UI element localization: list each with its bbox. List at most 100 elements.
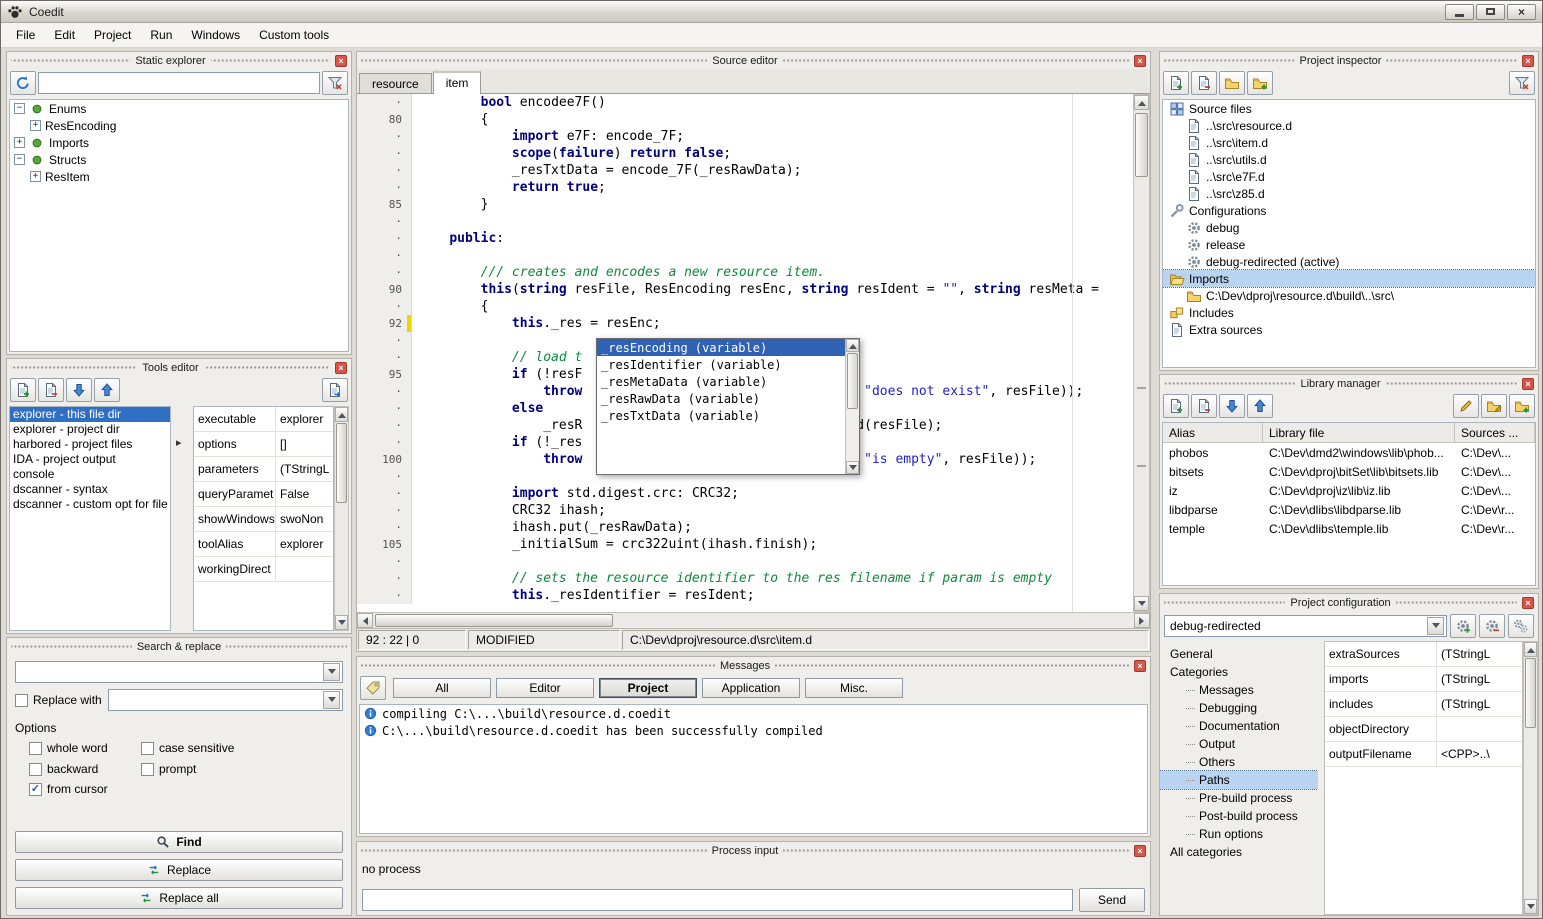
close-panel-icon[interactable]: × (1134, 660, 1146, 672)
scrollbar-thumb[interactable] (375, 614, 613, 627)
add-source-folder-button[interactable] (1247, 71, 1273, 95)
inspector-item-configurations[interactable]: Configurations (1163, 202, 1535, 219)
menu-project[interactable]: Project (85, 24, 140, 46)
clone-configuration-button[interactable] (1508, 614, 1534, 638)
close-panel-icon[interactable]: × (1522, 597, 1534, 609)
config-property-imports[interactable]: imports(TStringL (1325, 667, 1522, 692)
tool-item-dscanner-custom-opt-for-file[interactable]: dscanner - custom opt for file (10, 497, 170, 512)
completion-scrollbar[interactable] (845, 339, 859, 474)
add-library-button[interactable] (1163, 394, 1189, 418)
scrollbar-track[interactable] (1524, 657, 1537, 899)
menu-run[interactable]: Run (141, 24, 181, 46)
inspector-item-release[interactable]: release (1163, 236, 1535, 253)
clear-filter-button[interactable] (322, 71, 348, 95)
remove-library-button[interactable] (1191, 394, 1217, 418)
property-row-parameters[interactable]: parameters(TStringL (194, 457, 333, 482)
drag-grip[interactable] (1386, 381, 1517, 386)
message-item[interactable]: C:\...\build\resource.d.coedit has been … (360, 722, 1147, 739)
library-column-library-file[interactable]: Library file (1263, 423, 1455, 442)
process-input-field[interactable] (362, 889, 1073, 911)
messages-header[interactable]: Messages × (357, 657, 1150, 674)
tool-item-console[interactable]: console (10, 467, 170, 482)
checkbox-prompt[interactable]: prompt (141, 762, 343, 776)
tool-item-explorer-this-file-dir[interactable]: explorer - this file dir (10, 407, 170, 422)
library-row-bitsets[interactable]: bitsetsC:\Dev\dproj\bitSet\lib\bitsets.l… (1163, 462, 1535, 481)
category-general[interactable]: General (1160, 645, 1318, 663)
filter-button-misc[interactable]: Misc. (805, 678, 903, 698)
drag-grip[interactable] (11, 365, 137, 370)
property-value[interactable]: (TStringL (276, 462, 333, 476)
category-paths[interactable]: Paths (1160, 771, 1318, 789)
close-panel-icon[interactable]: × (335, 55, 347, 67)
property-row-options[interactable]: options[] (194, 432, 333, 457)
inspector-item-src-item-d[interactable]: ..\src\item.d (1163, 134, 1535, 151)
refresh-button[interactable] (10, 71, 36, 95)
inspector-item-source-files[interactable]: Source files (1163, 100, 1535, 117)
scroll-down-button[interactable] (335, 615, 348, 630)
tab-resource[interactable]: resource (359, 73, 432, 93)
tree-expander-icon[interactable]: + (30, 120, 41, 131)
search-replace-header[interactable]: Search & replace (7, 638, 351, 655)
property-value[interactable]: explorer (276, 537, 333, 551)
scrollbar-track[interactable] (335, 422, 348, 615)
editor-horizontal-scrollbar[interactable] (357, 612, 1150, 628)
property-row-toolalias[interactable]: toolAliasexplorer (194, 532, 333, 557)
replace-all-button[interactable]: Replace all (15, 887, 343, 909)
configuration-combo[interactable]: debug-redirected (1164, 615, 1447, 637)
property-value[interactable]: (TStringL (1437, 697, 1522, 711)
minimize-button[interactable] (1445, 4, 1474, 20)
static-explorer-header[interactable]: Static explorer × (7, 52, 351, 69)
filter-button-editor[interactable]: Editor (496, 678, 594, 698)
filter-button-project[interactable]: Project (599, 678, 697, 698)
drag-grip[interactable] (11, 58, 130, 63)
scroll-up-button[interactable] (846, 339, 859, 352)
scroll-down-button[interactable] (846, 461, 859, 474)
drag-grip[interactable] (1164, 600, 1285, 605)
edit-library-button[interactable] (1453, 394, 1479, 418)
category-debugging[interactable]: Debugging (1160, 699, 1318, 717)
category-documentation[interactable]: Documentation (1160, 717, 1318, 735)
drag-grip[interactable] (361, 848, 707, 853)
inspector-item-src-resource-d[interactable]: ..\src\resource.d (1163, 117, 1535, 134)
tree-item-imports[interactable]: +Imports (10, 134, 348, 151)
drag-grip[interactable] (783, 848, 1129, 853)
move-library-up-button[interactable] (1247, 394, 1273, 418)
tool-item-explorer-project-dir[interactable]: explorer - project dir (10, 422, 170, 437)
scrollbar-thumb[interactable] (1525, 658, 1536, 728)
tree-item-resencoding[interactable]: +ResEncoding (10, 117, 348, 134)
property-value[interactable]: False (276, 487, 333, 501)
move-library-down-button[interactable] (1219, 394, 1245, 418)
inspector-item-src-z85-d[interactable]: ..\src\z85.d (1163, 185, 1535, 202)
tool-item-ida-project-output[interactable]: IDA - project output (10, 452, 170, 467)
property-value[interactable]: (TStringL (1437, 647, 1522, 661)
add-folder-button[interactable] (1219, 71, 1245, 95)
scrollbar-thumb[interactable] (336, 423, 347, 503)
process-input-header[interactable]: Process input × (357, 842, 1150, 859)
drag-grip[interactable] (204, 365, 330, 370)
remove-configuration-button[interactable] (1479, 614, 1505, 638)
tree-expander-icon[interactable]: + (14, 137, 25, 148)
category-others[interactable]: Others (1160, 753, 1318, 771)
category-run-options[interactable]: Run options (1160, 825, 1318, 843)
scroll-right-button[interactable] (1134, 613, 1150, 628)
dropdown-button[interactable] (323, 663, 340, 681)
tree-expander-icon[interactable]: − (14, 103, 25, 114)
inspector-item-src-utils-d[interactable]: ..\src\utils.d (1163, 151, 1535, 168)
checkbox-case-sensitive[interactable]: case sensitive (141, 741, 343, 755)
tool-item-dscanner-syntax[interactable]: dscanner - syntax (10, 482, 170, 497)
source-editor-header[interactable]: Source editor × (357, 52, 1150, 69)
config-property-outputfilename[interactable]: outputFilename<CPP>..\ (1325, 742, 1522, 767)
find-button[interactable]: Find (15, 831, 343, 853)
checkbox-backward[interactable]: backward (29, 762, 141, 776)
category-output[interactable]: Output (1160, 735, 1318, 753)
move-tool-up-button[interactable] (94, 378, 120, 402)
tools-grid-scrollbar[interactable] (334, 406, 349, 631)
symbol-filter-input[interactable] (38, 72, 320, 94)
menu-windows[interactable]: Windows (182, 24, 249, 46)
config-property-objectdirectory[interactable]: objectDirectory (1325, 717, 1522, 742)
titlebar[interactable]: Coedit × (1, 1, 1542, 23)
category-pre-build-process[interactable]: Pre-build process (1160, 789, 1318, 807)
send-button[interactable]: Send (1079, 888, 1145, 912)
category-categories[interactable]: Categories (1160, 663, 1318, 681)
drag-grip[interactable] (226, 644, 347, 649)
